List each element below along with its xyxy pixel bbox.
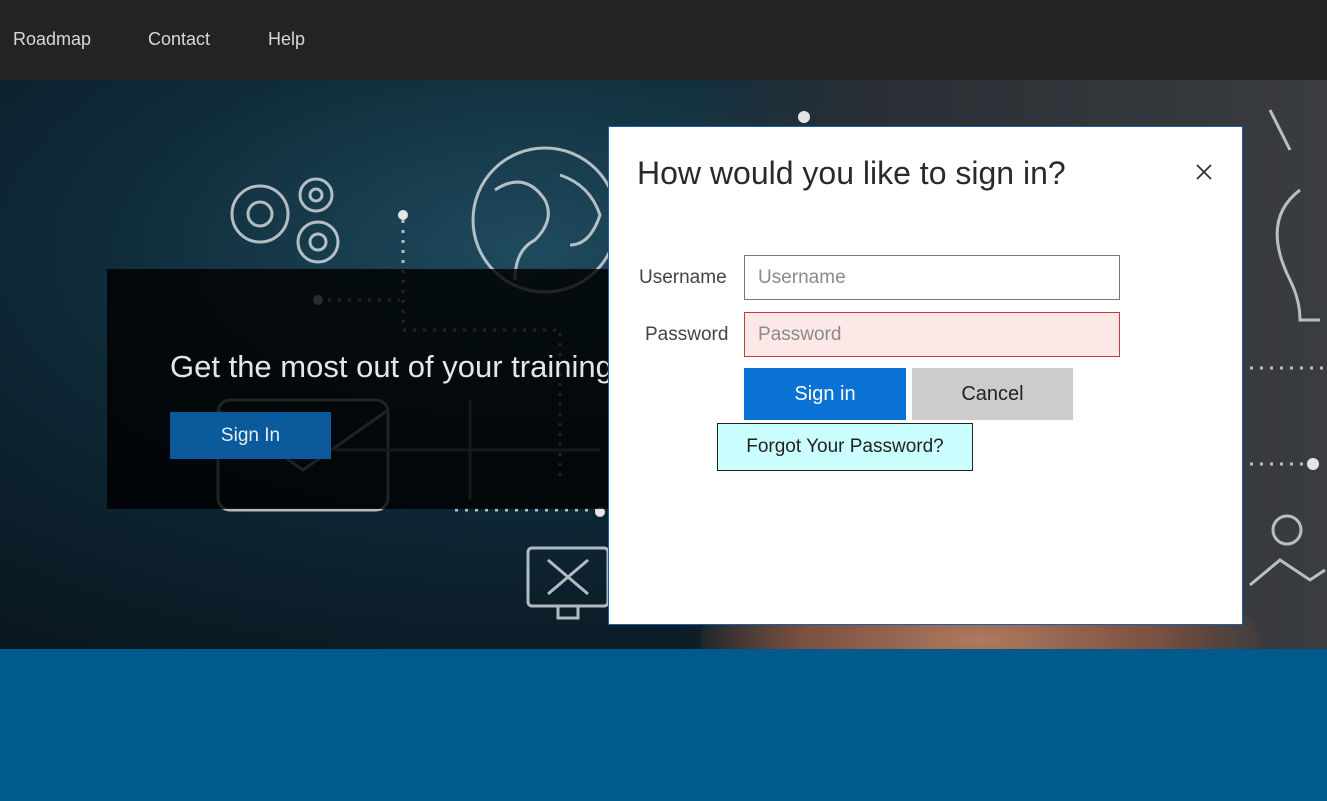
sign-in-button[interactable]: Sign in (744, 368, 906, 420)
map-pin-icon (1249, 514, 1326, 587)
nav-item-help[interactable]: Help (268, 29, 305, 50)
close-icon[interactable] (1189, 157, 1219, 187)
lightbulb-icon (1268, 109, 1320, 322)
sign-in-dialog: How would you like to sign in? Username … (608, 126, 1243, 625)
monitor-tools-icon (526, 546, 610, 620)
top-navigation: Roadmap Contact Help (0, 0, 1327, 80)
username-label: Username (639, 267, 727, 288)
forgot-password-button[interactable]: Forgot Your Password? (717, 423, 973, 471)
nav-item-contact[interactable]: Contact (148, 29, 210, 50)
username-input[interactable] (744, 255, 1120, 300)
hero-sign-in-button[interactable]: Sign In (170, 412, 331, 459)
hero-headline: Get the most out of your training (170, 349, 613, 384)
nav-item-roadmap[interactable]: Roadmap (13, 29, 91, 50)
hero-panel: Get the most out of your training Sign I… (107, 269, 627, 509)
cancel-button[interactable]: Cancel (912, 368, 1073, 420)
gears-icon (230, 177, 340, 264)
password-label: Password (645, 324, 729, 345)
dialog-title: How would you like to sign in? (637, 155, 1066, 191)
password-input[interactable] (744, 312, 1120, 357)
